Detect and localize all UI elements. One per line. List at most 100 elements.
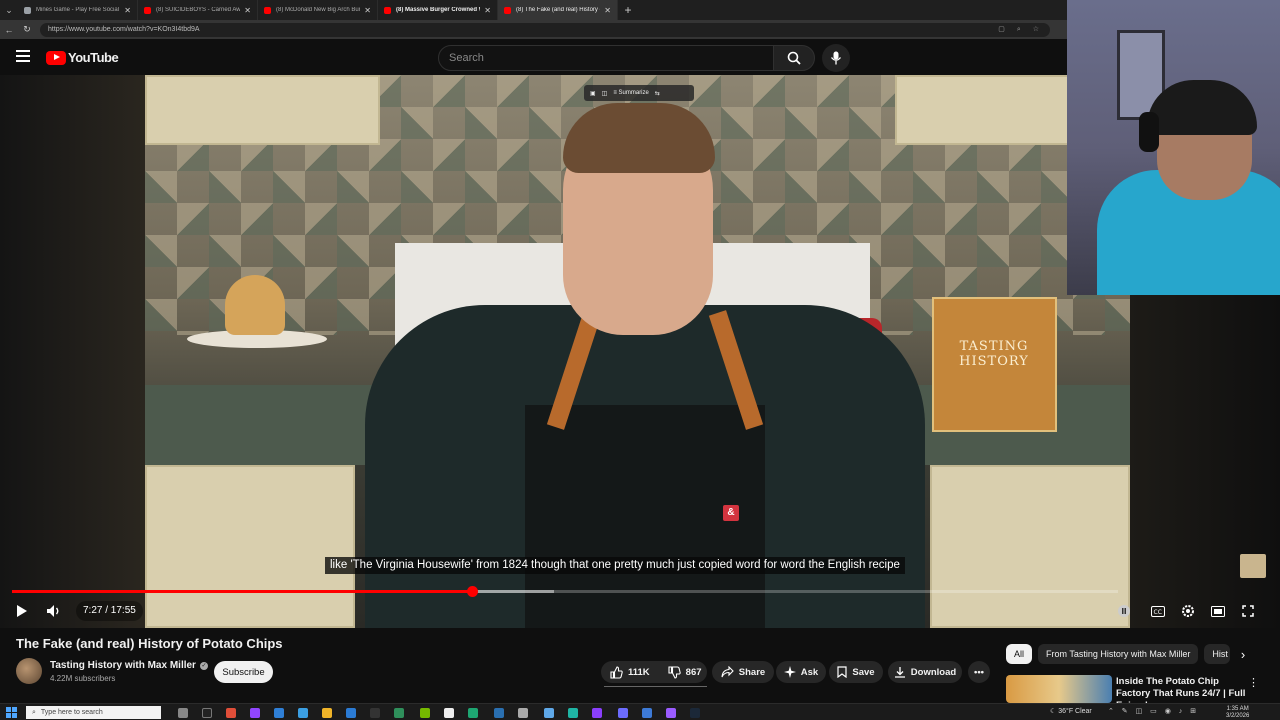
settings-button[interactable] <box>1180 601 1196 621</box>
browser-tab-2[interactable]: (8) McDonald New Big Arch Burg ✕ <box>258 0 378 20</box>
taskbar-app-icon[interactable] <box>298 708 308 718</box>
back-icon[interactable]: ← <box>0 25 18 35</box>
progress-bar[interactable] <box>12 586 1118 597</box>
system-tray-icons[interactable]: ⌃ ✎ ◫ ▭ ◉ ♪ ⊞ <box>1108 707 1199 715</box>
summarize-button[interactable]: ≡ Summarize <box>613 90 649 96</box>
theater-icon <box>1211 605 1225 617</box>
search-input[interactable]: Search <box>438 45 774 71</box>
screenshot-icon[interactable]: ◫ <box>602 90 608 97</box>
volume-button[interactable] <box>44 601 64 621</box>
channel-name[interactable]: Tasting History with Max Miller ✓ <box>50 660 208 671</box>
menu-icon[interactable] <box>16 50 30 62</box>
more-vertical-icon[interactable]: ⋮ <box>1248 676 1259 689</box>
download-button[interactable]: Download <box>888 661 962 683</box>
tab-label: (8) McDonald New Big Arch Burg <box>276 7 361 13</box>
taskbar-app-icon[interactable] <box>444 708 454 718</box>
video-frame[interactable]: TASTING HISTORY & <box>145 75 1130 628</box>
chip-all[interactable]: All <box>1006 644 1033 664</box>
chevron-right-icon[interactable]: › <box>1234 646 1252 664</box>
search-button[interactable] <box>773 45 815 71</box>
taskbar-app-icon[interactable] <box>642 708 652 718</box>
browser-tab-3[interactable]: (8) Massive Burger Crowned With ✕ <box>378 0 498 20</box>
reload-icon[interactable]: ↻ <box>18 24 36 35</box>
windows-start-icon[interactable] <box>6 707 17 718</box>
youtube-logo[interactable]: YouTube <box>46 50 119 65</box>
taskbar-app-icon[interactable] <box>226 708 236 718</box>
tab-list-icon[interactable]: ⌄ <box>0 0 18 20</box>
taskbar-search-field[interactable]: ⌕ Type here to search <box>26 706 161 719</box>
subscriber-count: 4.22M subscribers <box>50 674 116 683</box>
close-tab-icon[interactable]: ✕ <box>604 6 611 15</box>
taskbar-app-icon[interactable] <box>544 708 554 718</box>
browser-tab-0[interactable]: Mines Game - Play Free Social Ca ✕ <box>18 0 138 20</box>
subscribe-button[interactable]: Subscribe <box>214 661 273 683</box>
taskbar-app-icon[interactable] <box>568 708 578 718</box>
browser-tab-1[interactable]: (8) SUICIDEBOYS - Carried Away ✕ <box>138 0 258 20</box>
taskbar-app-icon[interactable] <box>250 708 260 718</box>
taskbar-app-icon[interactable] <box>178 708 188 718</box>
url-field[interactable]: https://www.youtube.com/watch?v=KOn3I4tb… <box>40 22 1050 37</box>
download-icon <box>894 667 905 678</box>
taskbar-app-icon[interactable] <box>468 708 478 718</box>
translate-icon[interactable]: ⇆ <box>655 90 660 97</box>
book-title-line1: TASTING <box>959 339 1029 354</box>
youtube-favicon-icon <box>144 6 151 14</box>
taskbar-clock[interactable]: 1:35 AM 3/2/2026 <box>1226 706 1249 720</box>
tab-label: (8) The Fake (and real) History of <box>516 7 601 13</box>
more-actions-button[interactable]: ••• <box>968 661 990 683</box>
taskbar-app-icon[interactable] <box>666 708 676 718</box>
new-tab-icon[interactable]: + <box>618 3 638 17</box>
close-tab-icon[interactable]: ✕ <box>124 6 131 15</box>
save-button[interactable]: Save <box>829 661 883 683</box>
headset-icon <box>1139 112 1159 152</box>
taskbar-app-icon[interactable] <box>420 708 430 718</box>
summarize-label: Summarize <box>618 90 649 96</box>
dislike-button[interactable]: 867 <box>659 661 711 683</box>
lower-cabinet <box>145 465 355 628</box>
taskbar-app-icon[interactable] <box>494 708 504 718</box>
fullscreen-button[interactable] <box>1240 601 1256 621</box>
channel-avatar[interactable] <box>16 658 42 684</box>
picture-in-picture-icon[interactable]: ▣ <box>590 90 596 97</box>
video-player[interactable]: TASTING HISTORY & ▣ ◫ ≡ Summarize ⇆ like… <box>0 75 1130 628</box>
taskbar-search-placeholder: Type here to search <box>40 709 103 716</box>
weather-widget[interactable]: ☾ 36°F Clear <box>1050 707 1092 715</box>
pause-toggle-icon <box>1118 605 1130 617</box>
taskbar-app-icon[interactable] <box>618 708 628 718</box>
play-icon <box>17 605 27 617</box>
channel-watermark[interactable] <box>1240 554 1266 578</box>
taskbar-app-icon[interactable] <box>370 708 380 718</box>
taskbar-app-icon[interactable] <box>592 708 602 718</box>
taskbar-app-icon[interactable] <box>202 708 212 718</box>
share-label: Share <box>738 666 766 678</box>
taskbar-app-icon[interactable] <box>394 708 404 718</box>
like-button[interactable]: 111K <box>601 661 659 683</box>
play-button[interactable] <box>12 601 32 621</box>
recommended-thumbnail[interactable] <box>1006 675 1112 703</box>
captions-icon: CC <box>1151 605 1165 617</box>
address-bar-actions-icon[interactable]: ▢ ⌕ ☆ <box>998 25 1044 34</box>
url-text: https://www.youtube.com/watch?v=KOn3I4tb… <box>48 26 200 33</box>
youtube-favicon-icon <box>504 6 511 14</box>
apron-logo: & <box>723 505 739 521</box>
captions-button[interactable]: CC <box>1150 601 1166 621</box>
lower-cabinet <box>930 465 1130 628</box>
autoplay-toggle[interactable] <box>1116 601 1130 621</box>
taskbar-app-icon[interactable] <box>346 708 356 718</box>
theater-mode-button[interactable] <box>1210 601 1226 621</box>
dislike-count: 867 <box>685 666 702 678</box>
close-tab-icon[interactable]: ✕ <box>244 6 251 15</box>
chip-history[interactable]: Hist <box>1204 644 1231 664</box>
close-tab-icon[interactable]: ✕ <box>364 6 371 15</box>
ask-button[interactable]: Ask <box>776 661 826 683</box>
taskbar-app-icon[interactable] <box>274 708 284 718</box>
taskbar-app-icon[interactable] <box>322 708 332 718</box>
youtube-header: YouTube Search <box>0 39 1067 75</box>
share-button[interactable]: Share <box>712 661 774 683</box>
browser-tab-4-active[interactable]: (8) The Fake (and real) History of ✕ <box>498 0 618 20</box>
chip-from-channel[interactable]: From Tasting History with Max Miller <box>1038 644 1199 664</box>
voice-search-button[interactable] <box>822 44 850 72</box>
close-tab-icon[interactable]: ✕ <box>484 6 491 15</box>
taskbar-app-icon[interactable] <box>690 708 700 718</box>
taskbar-app-icon[interactable] <box>518 708 528 718</box>
